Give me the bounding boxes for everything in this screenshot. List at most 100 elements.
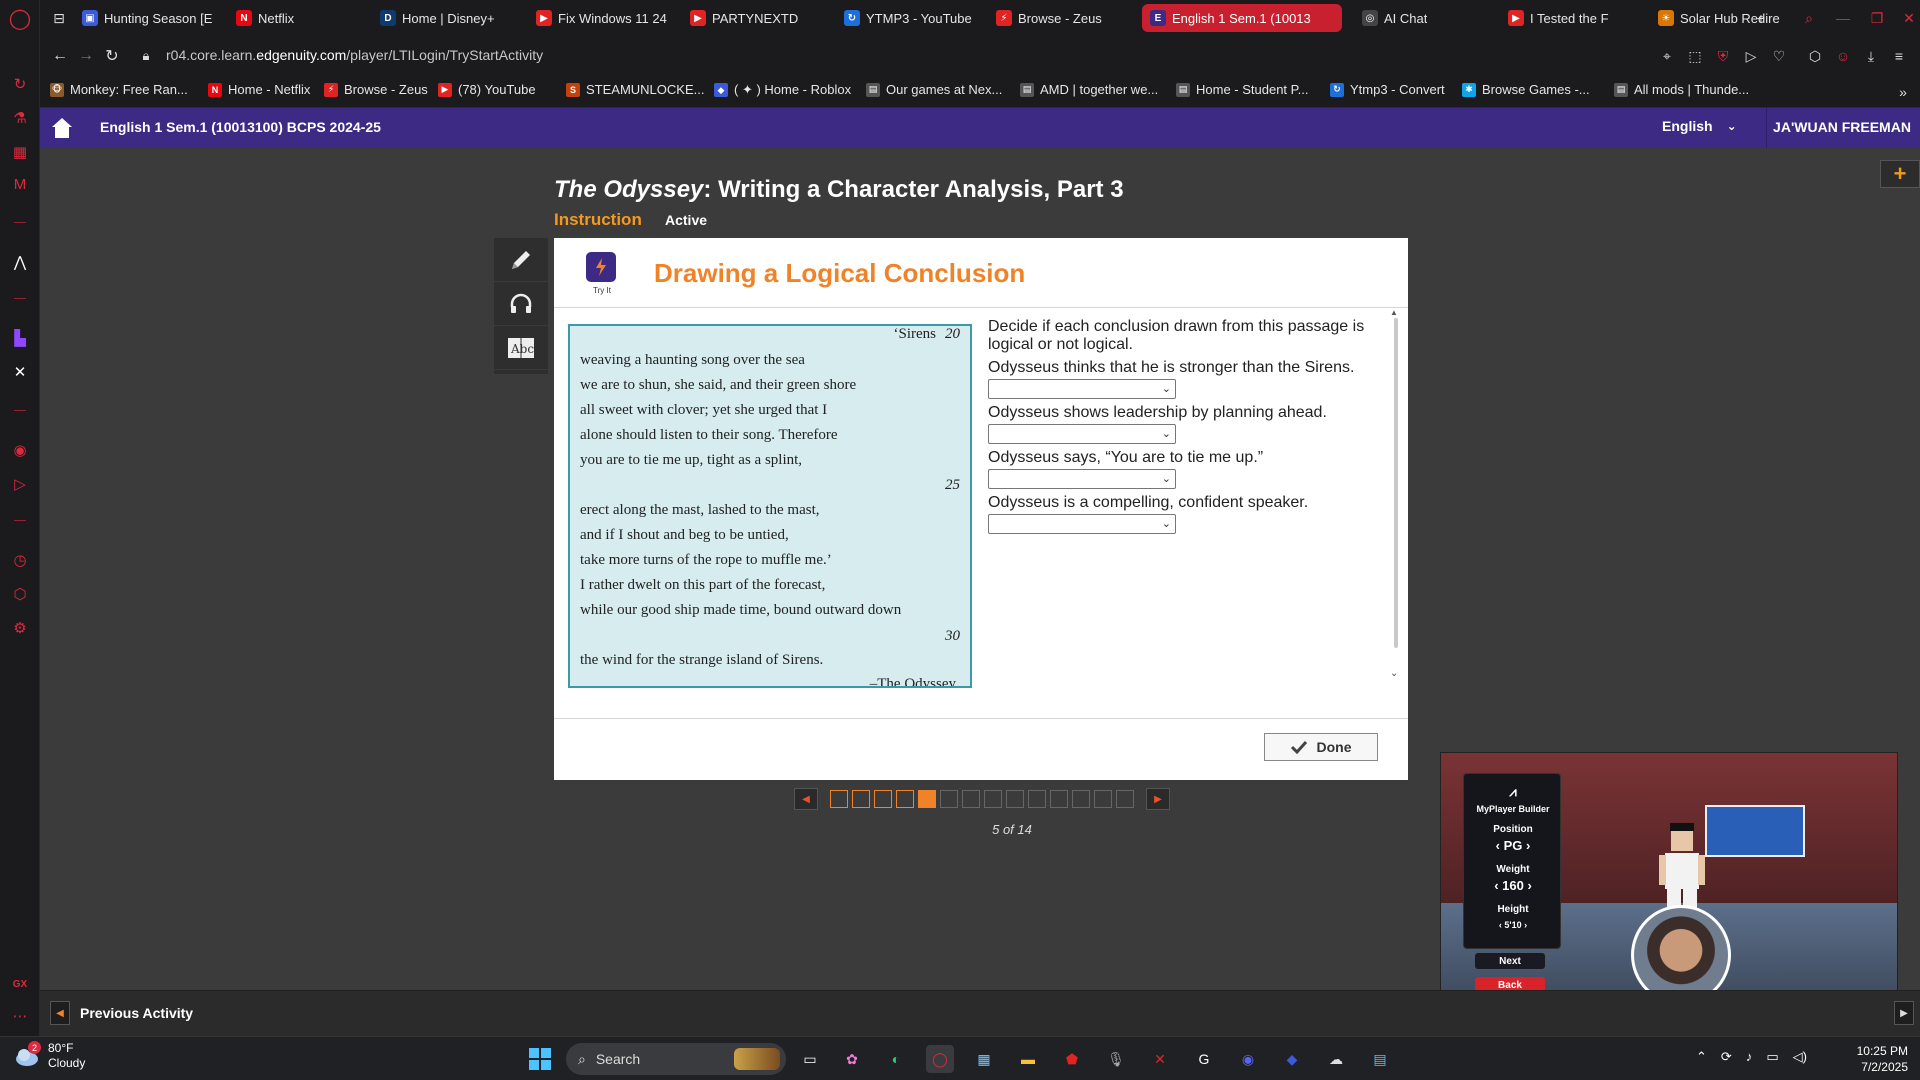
card-scrollbar[interactable]: ▲ ⌄ — [1388, 308, 1404, 708]
browser-tab[interactable]: ↻ YTMP3 - YouTube — [836, 4, 986, 32]
bookmark-item[interactable]: ↻ Ytmp3 - Convert — [1330, 82, 1445, 97]
logical-select-dropdown[interactable]: ⌄ — [988, 514, 1176, 534]
next-activity-arrow-icon[interactable]: ▶ — [1894, 1001, 1914, 1025]
lock-icon[interactable]: 🔒︎ — [134, 44, 158, 68]
file-explorer-icon[interactable]: ▬ — [1014, 1045, 1042, 1073]
sync-icon[interactable]: ⟳ — [1721, 1049, 1732, 1065]
user-menu[interactable]: JA'WUAN FREEMAN — [1772, 119, 1912, 135]
record-icon[interactable]: ◉ — [8, 438, 32, 462]
url-field[interactable]: r04.core.learn.edgenuity.com/player/LTIL… — [166, 47, 543, 63]
page-square[interactable] — [984, 790, 1002, 808]
search-tabs-icon[interactable]: ⌕ — [1796, 6, 1822, 30]
network-icon[interactable]: ▭ — [1766, 1049, 1778, 1065]
send-icon[interactable]: ▷ — [8, 472, 32, 496]
browser-tab[interactable]: D Home | Disney+ — [372, 4, 522, 32]
home-icon[interactable] — [50, 116, 74, 140]
page-square[interactable] — [1028, 790, 1046, 808]
game-app-icon[interactable]: ⬟ — [1058, 1045, 1086, 1073]
edge-icon[interactable]: ◐ — [882, 1045, 910, 1073]
logical-select-dropdown[interactable]: ⌄ — [988, 379, 1176, 399]
bookmark-page-icon[interactable]: ⌖ — [1656, 44, 1678, 68]
forward-arrow-icon[interactable]: → — [74, 44, 98, 68]
profile-icon[interactable]: ☺ — [1832, 44, 1854, 68]
logical-select-dropdown[interactable]: ⌄ — [988, 424, 1176, 444]
extensions-icon[interactable]: ⬡ — [8, 582, 32, 606]
page-square[interactable] — [1072, 790, 1090, 808]
aria-icon[interactable]: ↻ — [8, 72, 32, 96]
page-square[interactable] — [1050, 790, 1068, 808]
weight-stepper[interactable]: ‹ 160 › — [1464, 878, 1562, 893]
scroll-up-icon[interactable]: ▲ — [1390, 308, 1398, 317]
easy-setup-icon[interactable]: ≡ — [1888, 44, 1910, 68]
weather-widget[interactable]: 2 80°F Cloudy — [14, 1041, 85, 1071]
page-square[interactable] — [896, 790, 914, 808]
bookmark-item[interactable]: N Home - Netflix — [208, 82, 310, 97]
pencil-icon[interactable] — [494, 238, 548, 282]
tab-instruction[interactable]: Instruction — [554, 210, 642, 230]
tab-active[interactable]: Active — [665, 212, 707, 228]
crypto-wallet-icon[interactable]: ⚗ — [8, 106, 32, 130]
snapshot-icon[interactable]: ⬚ — [1684, 44, 1706, 68]
more-bookmarks-icon[interactable]: » — [1892, 80, 1914, 104]
page-square[interactable] — [940, 790, 958, 808]
close-window-icon[interactable]: ✕ — [1896, 6, 1920, 30]
pinned-app-icon[interactable]: ⋀ — [8, 250, 32, 274]
bookmark-item[interactable]: ▤ Home - Student P... — [1176, 82, 1309, 97]
task-view-icon[interactable]: ▭ — [796, 1045, 824, 1073]
settings-gear-icon[interactable]: ⚙ — [8, 616, 32, 640]
page-square[interactable] — [1116, 790, 1134, 808]
volume-icon[interactable]: ◁) — [1793, 1049, 1807, 1065]
bookmark-item[interactable]: ▤ Our games at Nex... — [866, 82, 1002, 97]
notepad-icon[interactable]: ▤ — [1366, 1045, 1394, 1073]
page-square[interactable] — [852, 790, 870, 808]
more-dots-icon[interactable]: ⋯ — [8, 1004, 32, 1028]
position-stepper[interactable]: ‹ PG › — [1464, 838, 1562, 853]
logitech-icon[interactable]: G — [1190, 1045, 1218, 1073]
discord-icon[interactable]: ◉ — [1234, 1045, 1262, 1073]
page-square[interactable] — [1094, 790, 1112, 808]
back-arrow-icon[interactable]: ← — [48, 44, 72, 68]
passage-box[interactable]: ‘Sirens 20 weaving a haunting song over … — [568, 324, 972, 688]
browser-tab[interactable]: N Netflix — [228, 4, 376, 32]
tray-chevron-up-icon[interactable]: ⌃ — [1696, 1049, 1707, 1065]
page-square[interactable] — [1006, 790, 1024, 808]
new-tab-button[interactable]: + — [1748, 6, 1774, 30]
headphones-icon[interactable] — [494, 282, 548, 326]
tab-menu-icon[interactable]: ⊟ — [46, 6, 72, 30]
browser-tab[interactable]: ⚡ Browse - Zeus — [988, 4, 1138, 32]
page-prev-icon[interactable]: ◀ — [794, 788, 818, 810]
opera-gx-icon[interactable]: ◯ — [926, 1045, 954, 1073]
bookmark-item[interactable]: ⚡ Browse - Zeus — [324, 82, 428, 97]
taskbar-search[interactable]: ⌕ Search — [566, 1043, 786, 1075]
height-stepper[interactable]: ‹ 5'10 › — [1464, 920, 1562, 930]
bookmark-item[interactable]: ▤ All mods | Thunde... — [1614, 82, 1749, 97]
player-icon[interactable]: ▦ — [8, 140, 32, 164]
bookmark-item[interactable]: ✱ Browse Games -... — [1462, 82, 1590, 97]
bookmark-item[interactable]: ◆ ( ✦ ) Home - Roblox — [714, 82, 851, 98]
store-icon[interactable]: ▦ — [970, 1045, 998, 1073]
bookmark-item[interactable]: 🐵 Monkey: Free Ran... — [50, 82, 188, 97]
windows-start-icon[interactable] — [526, 1045, 554, 1073]
mail-icon[interactable]: M — [8, 172, 32, 196]
extensions-puzzle-icon[interactable]: ⬡ — [1804, 44, 1826, 68]
adblock-shield-icon[interactable]: ⛨ — [1712, 44, 1734, 68]
kick-app-icon[interactable]: ✕ — [1146, 1045, 1174, 1073]
microphone-icon[interactable]: ♪ — [1746, 1049, 1753, 1065]
bookmark-item[interactable]: ▤ AMD | together we... — [1020, 82, 1158, 97]
browser-tab[interactable]: E English 1 Sem.1 (10013 — [1142, 4, 1342, 32]
expand-plus-button[interactable]: + — [1880, 160, 1920, 188]
picture-in-picture-video[interactable]: ⩘ MyPlayer Builder Position ‹ PG › Weigh… — [1440, 752, 1898, 1010]
page-square[interactable] — [830, 790, 848, 808]
bookmark-item[interactable]: ▶ (78) YouTube — [438, 82, 536, 97]
twitch-icon[interactable]: ▙ — [8, 326, 32, 350]
bookmark-item[interactable]: S STEAMUNLOCKE... — [566, 82, 704, 97]
minimize-icon[interactable]: — — [1830, 6, 1856, 30]
page-next-icon[interactable]: ▶ — [1146, 788, 1170, 810]
x-twitter-icon[interactable]: ✕ — [8, 360, 32, 384]
browser-tab[interactable]: ▣ Hunting Season [E — [74, 4, 254, 32]
dictionary-icon[interactable]: Abc — [494, 326, 548, 370]
onedrive-icon[interactable]: ☁ — [1322, 1045, 1350, 1073]
download-icon[interactable]: ⤓ — [1860, 44, 1882, 68]
roblox-icon[interactable]: ◆ — [1278, 1045, 1306, 1073]
restore-icon[interactable]: ❐ — [1864, 6, 1890, 30]
